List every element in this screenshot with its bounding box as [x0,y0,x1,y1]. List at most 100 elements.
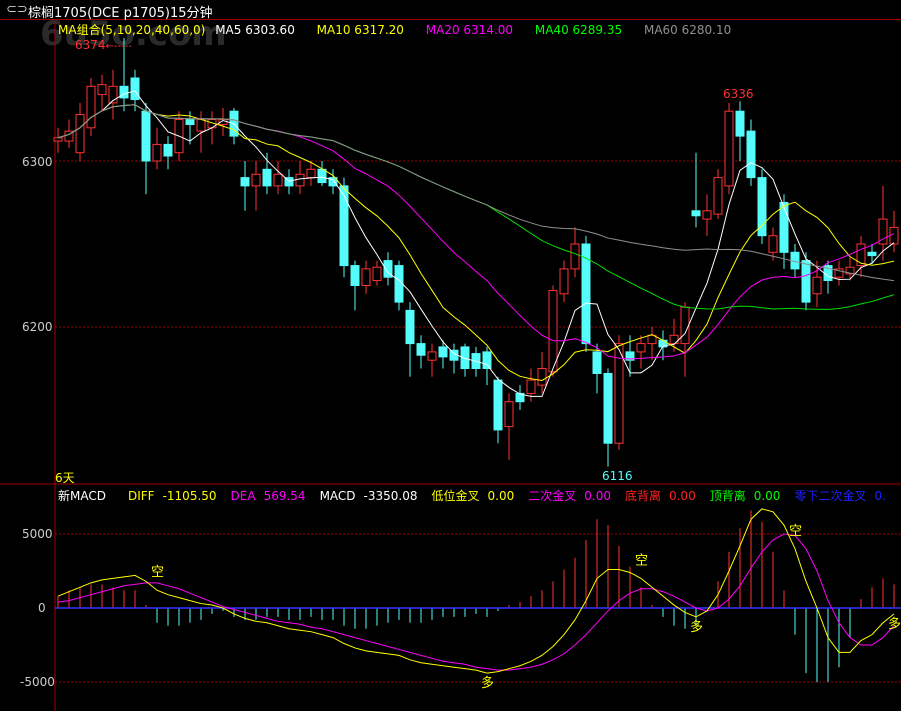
high-label: 6374←----- [75,38,132,52]
macd-header-value: -3350.08 [363,489,418,503]
macd-header-value: 0.00 [487,489,515,503]
candle-down [482,351,492,369]
ma60-value: MA60 6280.10 [643,23,732,37]
macd-header-value: 0.00 [753,489,781,503]
macd-header-value: 0.00 [668,489,696,503]
ma-legend: MA组合(5,10,20,40,60,0) MA5 6303.60 MA10 6… [58,21,731,38]
candle-up [53,137,63,142]
candle-down [801,260,811,303]
candle-down [405,309,415,345]
candle-down [735,110,745,137]
macd-header-item: 二次金叉 0.00 [528,489,611,503]
macd-tick-neg5000: -5000 [20,675,55,689]
candle-up [427,351,437,361]
candle-down [130,77,140,101]
macd-header-item: 零下二次金叉 0. [794,489,885,503]
macd-header-label: 顶背离 [709,489,746,503]
candle-up [306,168,316,179]
candle-down [438,346,448,358]
candle-up [273,173,283,187]
macd-header-label: 低位金叉 [431,489,480,503]
chart-canvas: 空多 空多 空多 [0,20,901,711]
macd-header-label: DIFF [127,489,155,503]
candle-down [746,130,756,179]
macd-header-item: MACD -3350.08 [320,489,418,503]
macd-header-item: 底背离 0.00 [625,489,696,503]
candle-up [75,114,85,154]
signal-long: 多 [690,619,703,635]
signal-long: 多 [481,675,494,691]
candle-up [812,276,822,295]
macd-tick-5000: 5000 [22,527,53,541]
candle-down [185,119,195,125]
macd-header-value: 569.54 [263,489,306,503]
macd-header-value: 0.00 [584,489,611,503]
low-label: 6116 [602,469,633,483]
signal-long: 多 [888,616,901,632]
candle-down [867,251,877,257]
candle-up [889,226,899,245]
candle-up [361,268,371,286]
macd-header-label: 二次金叉 [528,489,577,503]
candle-down [339,185,349,267]
signal-short: 空 [789,524,802,539]
candle-down [592,351,602,374]
candle-up [152,143,162,162]
candle-up [570,243,580,270]
candle-up [559,268,569,295]
candle-up [702,210,712,220]
candle-down [317,168,327,184]
candle-up [724,110,734,187]
macd-header-label: 底背离 [624,489,661,503]
candle-up [548,289,558,373]
ma-group-label: MA组合(5,10,20,40,60,0) [58,23,206,37]
candle-down [691,210,701,217]
candle-down [757,177,767,237]
candle-down [581,243,591,345]
ma10-value: MA10 6317.20 [316,23,404,37]
macd-header-label: 零下二次金叉 [794,489,867,503]
candle-up [251,173,261,187]
candle-down [240,177,250,187]
macd-header-item: DIFF -1105.50 [128,489,217,503]
period-label: 6天 [55,471,75,485]
candle-up [537,368,547,386]
signal-short: 空 [635,553,648,568]
candle-up [636,343,646,353]
peak-label: 6336 [723,87,754,101]
candle-down [350,265,360,286]
dea-line [57,533,895,671]
macd-header-item: 新MACD [58,489,114,503]
candle-down [141,110,151,162]
candle-up [526,379,536,394]
macd-tick-0: 0 [38,601,46,615]
candle-up [669,334,679,345]
macd-header-value: -1105.50 [162,489,217,503]
candle-down [262,168,272,187]
macd-header-label: 新MACD [58,489,106,503]
candle-down [603,372,613,444]
ma5-value: MA5 6303.60 [215,23,295,37]
price-tick-6300: 6300 [22,155,53,169]
ma40-value: MA40 6289.35 [534,23,623,37]
macd-header-item: 顶背离 0.00 [710,489,781,503]
macd-header-label: MACD [319,489,356,503]
candle-up [86,85,96,129]
signal-short: 空 [151,565,164,580]
candle-up [504,401,514,428]
macd-header-value: 0. [874,489,886,503]
candle-down [493,379,503,431]
candle-up [97,84,107,96]
ma20-value: MA20 6314.00 [425,23,514,37]
candle-up [768,235,778,253]
price-tick-6200: 6200 [22,320,53,334]
candle-up [680,306,690,345]
candle-down [416,343,426,356]
macd-header-item: 低位金叉 0.00 [432,489,515,503]
macd-header-label: DEA [230,489,256,503]
candle-down [779,202,789,253]
candle-down [163,143,173,157]
macd-header-item: DEA 569.54 [231,489,306,503]
candle-up [372,266,382,282]
candle-up [713,177,723,215]
